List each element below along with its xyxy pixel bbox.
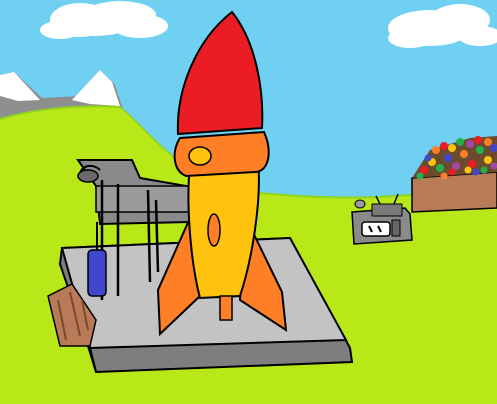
robot-face <box>361 221 391 237</box>
rocket-window <box>207 213 221 247</box>
rocket-porthole <box>188 146 212 166</box>
rocket-launch-scene <box>0 0 497 404</box>
